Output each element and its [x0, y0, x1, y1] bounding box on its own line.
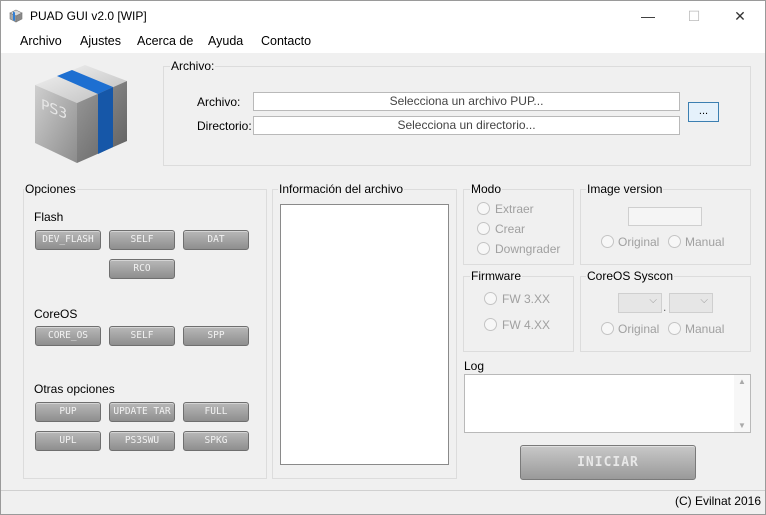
copyright-text: (C) Evilnat 2016 [674, 494, 761, 508]
start-button[interactable]: INICIAR [520, 445, 696, 480]
spp-button[interactable]: SPP [183, 326, 249, 346]
upl-button[interactable]: UPL [35, 431, 101, 451]
radio-extraer-label: Extraer [495, 202, 534, 216]
syscon-separator: . [663, 300, 667, 314]
browse-button[interactable]: ... [688, 102, 719, 122]
menu-ayuda[interactable]: Ayuda [208, 34, 243, 48]
full-button[interactable]: FULL [183, 402, 249, 422]
radio-fw3[interactable] [484, 292, 497, 305]
file-info-textbox[interactable] [280, 204, 449, 465]
radio-image-manual[interactable] [668, 235, 681, 248]
menu-bar: Archivo Ajustes Acerca de Ayuda Contacto [1, 31, 765, 53]
firmware-legend: Firmware [470, 269, 522, 283]
file-info-legend: Información del archivo [278, 182, 405, 196]
radio-fw4[interactable] [484, 318, 497, 331]
log-textbox[interactable]: ▲ ▼ [464, 374, 751, 433]
radio-image-manual-label: Manual [685, 235, 725, 249]
window-title: PUAD GUI v2.0 [WIP] [30, 9, 147, 23]
chevron-down-icon: ⌵ [649, 295, 657, 306]
syscon-group: CoreOS Syscon [580, 269, 751, 352]
log-label: Log [464, 359, 485, 373]
dat-button[interactable]: DAT [183, 230, 249, 250]
radio-fw3-label: FW 3.XX [502, 292, 551, 306]
radio-extraer[interactable] [477, 202, 490, 215]
radio-image-original-label: Original [618, 235, 660, 249]
directory-path-field[interactable]: Selecciona un directorio... [253, 116, 680, 135]
radio-syscon-manual-label: Manual [685, 322, 725, 336]
coreos-title: CoreOS [34, 307, 78, 321]
file-group-legend: Archivo: [170, 59, 216, 73]
image-version-legend: Image version [586, 182, 664, 196]
app-icon [9, 9, 23, 23]
file-label: Archivo: [197, 95, 241, 109]
rco-button[interactable]: RCO [109, 259, 175, 279]
firmware-group: Firmware [463, 269, 574, 352]
ps3-cube-logo: PS3 [35, 65, 127, 163]
menu-contacto[interactable]: Contacto [261, 34, 311, 48]
maximize-button[interactable]: ☐ [671, 1, 717, 31]
dev-flash-button[interactable]: DEV_FLASH [35, 230, 101, 250]
ps3swu-button[interactable]: PS3SWU [109, 431, 175, 451]
radio-downgrader[interactable] [477, 242, 490, 255]
chevron-down-icon: ⌵ [700, 295, 708, 306]
radio-fw4-label: FW 4.XX [502, 318, 551, 332]
spkg-button[interactable]: SPKG [183, 431, 249, 451]
title-bar: PUAD GUI v2.0 [WIP] — ☐ ✕ [1, 1, 765, 31]
menu-ajustes[interactable]: Ajustes [80, 34, 121, 48]
menu-acerca-de[interactable]: Acerca de [137, 34, 193, 48]
pup-button[interactable]: PUP [35, 402, 101, 422]
options-legend: Opciones [24, 182, 77, 196]
main-window: PUAD GUI v2.0 [WIP] — ☐ ✕ Archivo Ajuste… [0, 0, 766, 515]
file-path-field[interactable]: Selecciona un archivo PUP... [253, 92, 680, 111]
radio-image-original[interactable] [601, 235, 614, 248]
coreos-self-button[interactable]: SELF [109, 326, 175, 346]
scroll-down-icon[interactable]: ▼ [738, 421, 746, 430]
syscon-major-select[interactable]: ⌵ [618, 293, 662, 313]
close-button[interactable]: ✕ [717, 1, 763, 31]
radio-crear-label: Crear [495, 222, 526, 236]
radio-syscon-original-label: Original [618, 322, 660, 336]
menu-archivo[interactable]: Archivo [20, 34, 62, 48]
radio-crear[interactable] [477, 222, 490, 235]
syscon-minor-select[interactable]: ⌵ [669, 293, 713, 313]
radio-syscon-original[interactable] [601, 322, 614, 335]
minimize-button[interactable]: — [625, 1, 671, 31]
flash-title: Flash [34, 210, 64, 224]
status-bar: (C) Evilnat 2016 [1, 490, 765, 514]
syscon-legend: CoreOS Syscon [586, 269, 675, 283]
radio-downgrader-label: Downgrader [495, 242, 561, 256]
directory-label: Directorio: [197, 119, 252, 133]
image-version-group: Image version [580, 182, 751, 265]
scroll-up-icon[interactable]: ▲ [738, 377, 746, 386]
mode-legend: Modo [470, 182, 503, 196]
flash-self-button[interactable]: SELF [109, 230, 175, 250]
log-scrollbar[interactable]: ▲ ▼ [734, 375, 750, 432]
core-os-button[interactable]: CORE_OS [35, 326, 101, 346]
image-version-field[interactable] [628, 207, 702, 226]
other-options-title: Otras opciones [34, 382, 115, 396]
radio-syscon-manual[interactable] [668, 322, 681, 335]
update-tar-button[interactable]: UPDATE TAR [109, 402, 175, 422]
